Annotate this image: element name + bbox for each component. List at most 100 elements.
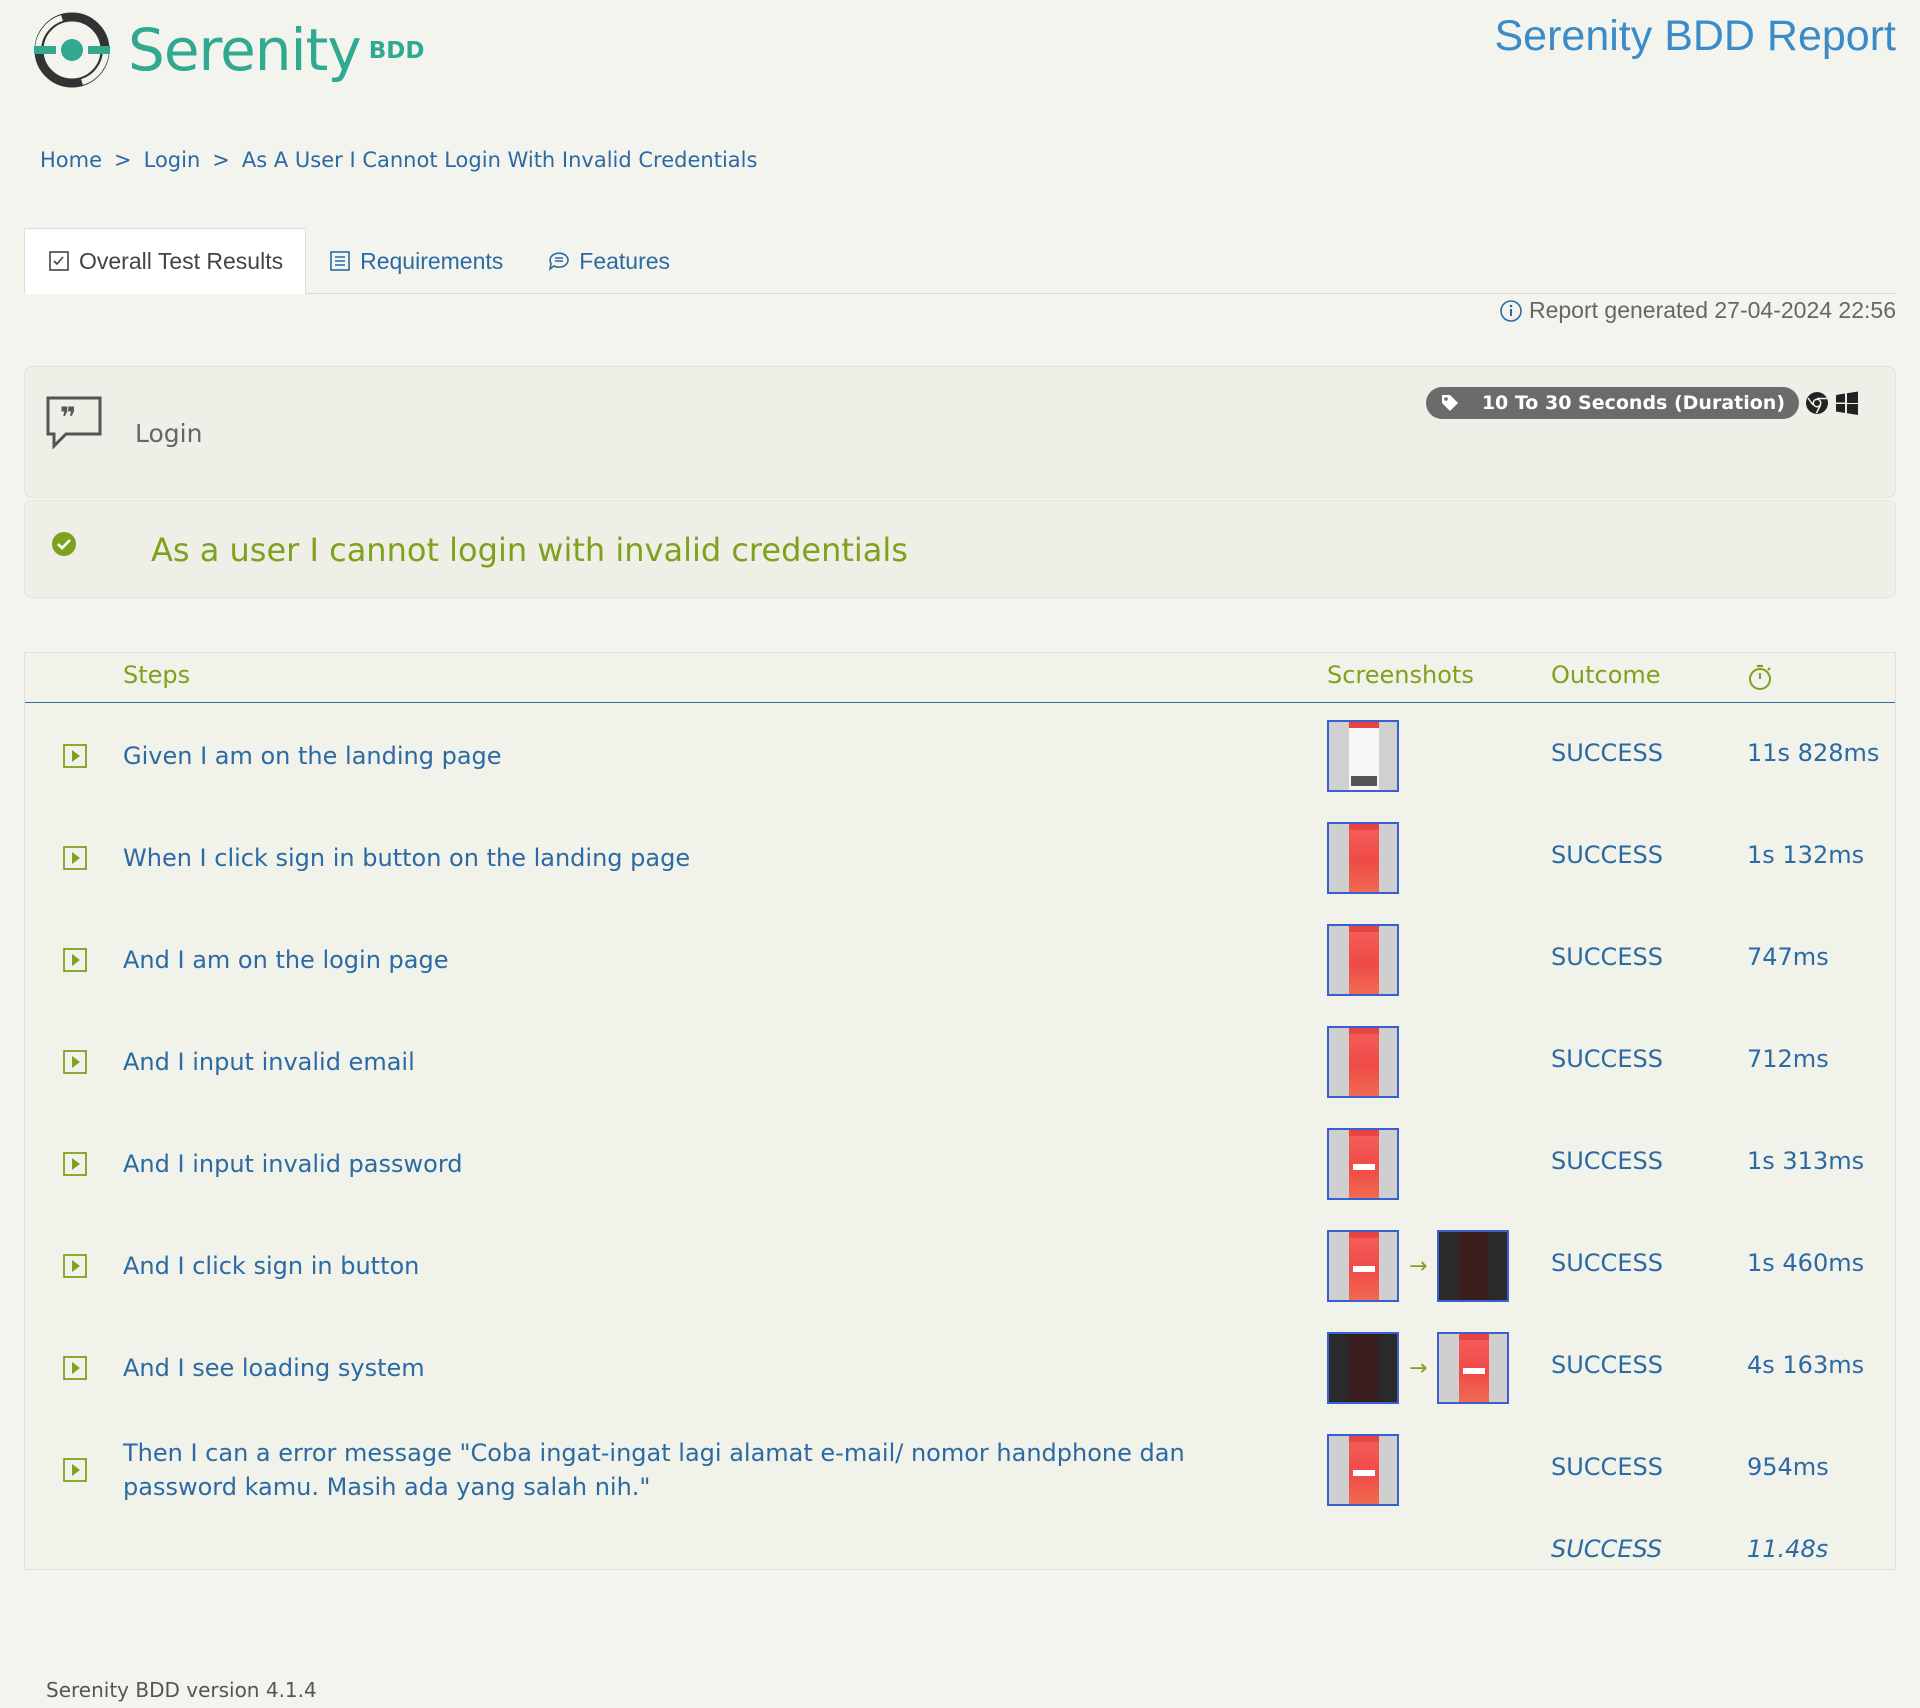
tab-label: Overall Test Results	[79, 247, 284, 274]
breadcrumb-scenario[interactable]: As A User I Cannot Login With Invalid Cr…	[242, 148, 758, 172]
arrow-right-icon: →	[1409, 1253, 1428, 1279]
chrome-icon	[1806, 392, 1828, 414]
expand-step-icon[interactable]	[63, 948, 87, 972]
step-text: And I input invalid email	[123, 1048, 415, 1076]
tab-label: Requirements	[360, 247, 504, 274]
breadcrumb-separator: >	[212, 148, 230, 172]
tag-row: 10 To 30 Seconds (Duration)	[1425, 387, 1859, 419]
screenshots-cell	[1327, 1026, 1399, 1098]
step-row: And I click sign in button → SUCCESS 1s …	[25, 1215, 1895, 1317]
screenshot-thumbnail[interactable]	[1437, 1230, 1510, 1302]
tab-features[interactable]: Features	[525, 228, 692, 294]
scenario-panel: As a user I cannot login with invalid cr…	[24, 500, 1896, 598]
expand-step-icon[interactable]	[63, 846, 87, 870]
screenshots-cell	[1327, 720, 1399, 792]
step-outcome: SUCCESS	[1551, 943, 1663, 971]
screenshots-cell	[1327, 1434, 1399, 1506]
tab-bar: Overall Test Results Requirements Featur…	[24, 228, 1896, 294]
step-duration: 954ms	[1747, 1453, 1829, 1481]
check-circle-icon	[52, 532, 76, 556]
arrow-right-icon: →	[1409, 1355, 1428, 1381]
step-text: Then I can a error message "Coba ingat-i…	[123, 1439, 1185, 1501]
expand-step-icon[interactable]	[63, 1458, 87, 1482]
screenshots-cell	[1327, 924, 1399, 996]
tag-label: 10 To 30 Seconds (Duration)	[1481, 392, 1785, 414]
tab-requirements[interactable]: Requirements	[306, 228, 525, 294]
step-outcome: SUCCESS	[1551, 1147, 1663, 1175]
breadcrumb: Home > Login > As A User I Cannot Login …	[40, 148, 757, 172]
step-row: And I see loading system → SUCCESS 4s 16…	[25, 1317, 1895, 1419]
screenshot-thumbnail[interactable]	[1327, 1434, 1399, 1506]
step-duration: 11s 828ms	[1747, 739, 1880, 767]
scenario-title: As a user I cannot login with invalid cr…	[151, 531, 908, 569]
steps-table: Steps Screenshots Outcome Given I am on …	[24, 652, 1896, 1570]
step-outcome: SUCCESS	[1551, 739, 1663, 767]
step-outcome: SUCCESS	[1551, 841, 1663, 869]
tag-icon	[1441, 395, 1458, 411]
screenshot-thumbnail[interactable]	[1327, 1230, 1399, 1302]
comment-icon	[549, 252, 570, 271]
screenshots-cell: →	[1327, 1230, 1510, 1302]
steps-table-header: Steps Screenshots Outcome	[25, 653, 1895, 703]
feature-panel: ❞ Login 10 To 30 Seconds (Duration)	[24, 366, 1896, 498]
svg-text:❞: ❞	[60, 401, 76, 434]
outcome-header: Outcome	[1551, 661, 1661, 689]
step-text: And I see loading system	[123, 1354, 425, 1382]
expand-step-icon[interactable]	[63, 1254, 87, 1278]
step-outcome: SUCCESS	[1551, 1249, 1663, 1277]
expand-step-icon[interactable]	[63, 744, 87, 768]
screenshots-cell	[1327, 822, 1399, 894]
screenshot-thumbnail[interactable]	[1437, 1332, 1510, 1404]
stopwatch-icon	[1749, 664, 1771, 690]
breadcrumb-login[interactable]: Login	[144, 148, 201, 172]
logo-bdd: BDD	[368, 38, 425, 64]
step-duration: 1s 313ms	[1747, 1147, 1865, 1175]
step-text: And I am on the login page	[123, 946, 449, 974]
screenshot-thumbnail[interactable]	[1327, 720, 1399, 792]
screenshots-cell: →	[1327, 1332, 1510, 1404]
step-text: Given I am on the landing page	[123, 742, 502, 770]
step-outcome: SUCCESS	[1551, 1045, 1663, 1073]
expand-step-icon[interactable]	[63, 1356, 87, 1380]
step-duration: 4s 163ms	[1747, 1351, 1865, 1379]
quote-icon: ❞	[46, 396, 102, 449]
screenshot-thumbnail[interactable]	[1327, 924, 1399, 996]
total-duration: 11.48s	[1747, 1535, 1829, 1563]
breadcrumb-separator: >	[114, 148, 132, 172]
screenshot-thumbnail[interactable]	[1327, 1026, 1399, 1098]
info-icon	[1500, 299, 1522, 322]
duration-tag[interactable]: 10 To 30 Seconds (Duration)	[1425, 387, 1799, 419]
step-text: And I click sign in button	[123, 1252, 420, 1280]
logo-text: Serenity	[128, 16, 362, 84]
step-row: And I input invalid email SUCCESS 712ms	[25, 1011, 1895, 1113]
windows-icon	[1836, 391, 1858, 415]
serenity-logo[interactable]: Serenity BDD	[32, 8, 424, 92]
list-icon	[330, 251, 350, 271]
tab-overall-test-results[interactable]: Overall Test Results	[24, 228, 307, 294]
step-duration: 747ms	[1747, 943, 1829, 971]
report-generated-text: Report generated 27-04-2024 22:56	[1528, 297, 1896, 323]
screenshots-cell	[1327, 1128, 1399, 1200]
step-row: When I click sign in button on the landi…	[25, 807, 1895, 909]
step-duration: 1s 460ms	[1747, 1249, 1865, 1277]
serenity-logo-icon	[34, 12, 110, 88]
tab-label: Features	[579, 247, 671, 274]
step-duration: 1s 132ms	[1747, 841, 1865, 869]
step-duration: 712ms	[1747, 1045, 1829, 1073]
report-generated: Report generated 27-04-2024 22:56	[1499, 297, 1896, 324]
step-text: When I click sign in button on the landi…	[123, 844, 691, 872]
expand-step-icon[interactable]	[63, 1050, 87, 1074]
report-title: Serenity BDD Report	[1494, 12, 1897, 60]
screenshot-thumbnail[interactable]	[1327, 1332, 1399, 1404]
step-text: And I input invalid password	[123, 1150, 463, 1178]
step-outcome: SUCCESS	[1551, 1351, 1663, 1379]
total-outcome: SUCCESS	[1551, 1535, 1663, 1563]
screenshot-thumbnail[interactable]	[1327, 1128, 1399, 1200]
breadcrumb-home[interactable]: Home	[40, 148, 102, 172]
step-row: Then I can a error message "Coba ingat-i…	[25, 1419, 1895, 1521]
screenshots-header: Screenshots	[1327, 661, 1474, 689]
step-row: And I input invalid password SUCCESS 1s …	[25, 1113, 1895, 1215]
step-row: Given I am on the landing page SUCCESS 1…	[25, 705, 1895, 807]
expand-step-icon[interactable]	[63, 1152, 87, 1176]
screenshot-thumbnail[interactable]	[1327, 822, 1399, 894]
